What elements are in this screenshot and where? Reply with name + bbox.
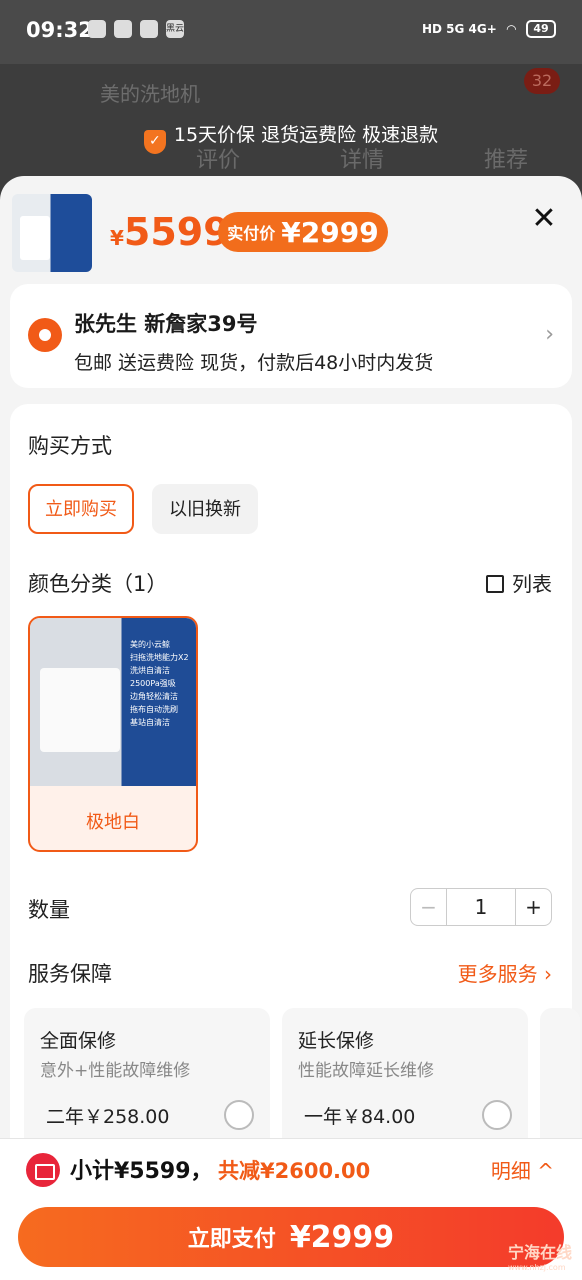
variant-image-device xyxy=(40,668,120,752)
service-card-desc: 性能故障延长维修 xyxy=(298,1061,434,1081)
product-image-device xyxy=(20,216,50,260)
wifi-icon: ◠ xyxy=(506,22,516,36)
increment-button[interactable]: + xyxy=(515,889,551,925)
service-card-title: 延长保修 xyxy=(298,1030,375,1052)
option-buy-now[interactable]: 立即购买 xyxy=(28,484,134,534)
list-view-toggle[interactable]: 列表 xyxy=(486,568,552,597)
actual-price-pill: 实付价 ¥2999 xyxy=(218,212,388,252)
price-value: 5599 xyxy=(123,210,230,254)
pay-now-label: 立即支付 xyxy=(187,1227,276,1252)
quantity-input[interactable]: 1 xyxy=(447,889,515,925)
list-view-label: 列表 xyxy=(512,572,552,596)
actual-price-label: 实付价 xyxy=(227,224,276,243)
service-card-full-warranty[interactable]: 全面保修 意外+性能故障维修 二年￥258.00 xyxy=(24,1008,270,1158)
battery-icon: 49 xyxy=(526,20,556,38)
actual-price-amount: ¥2999 xyxy=(281,215,379,249)
product-price: ¥5599 xyxy=(110,210,230,254)
service-card-price: 二年￥258.00 xyxy=(46,1106,170,1128)
chevron-right-icon: › xyxy=(545,322,554,347)
more-services-link[interactable]: 更多服务 › xyxy=(458,958,552,987)
status-time: 09:32 xyxy=(26,18,93,42)
pay-now-amount: ¥2999 xyxy=(289,1219,395,1255)
detail-toggle[interactable]: 明细 ^ xyxy=(491,1155,554,1184)
location-pin-icon xyxy=(28,318,62,352)
service-card-title: 全面保修 xyxy=(40,1030,117,1052)
list-icon xyxy=(486,575,504,593)
status-app-icons: 黑云 xyxy=(88,20,184,38)
service-radio[interactable] xyxy=(224,1100,254,1130)
service-title: 服务保障 xyxy=(28,962,112,986)
checkout-bar: 小计¥5599， 共减¥2600.00 明细 ^ 立即支付 ¥2999 宁海在线… xyxy=(0,1138,582,1280)
service-card-desc: 意外+性能故障维修 xyxy=(40,1061,191,1081)
decrement-button[interactable]: − xyxy=(411,889,447,925)
option-trade-in[interactable]: 以旧换新 xyxy=(152,484,258,534)
service-card-partial[interactable] xyxy=(540,1008,580,1158)
quantity-stepper: − 1 + xyxy=(410,888,552,926)
color-title: 颜色分类（1） xyxy=(28,572,168,596)
subtotal: 小计¥5599， xyxy=(70,1159,213,1184)
total-discount: 共减¥2600.00 xyxy=(218,1159,371,1183)
address-card[interactable]: 张先生 新詹家39号 包邮 送运费险 现货，付款后48小时内发货 › xyxy=(10,284,572,388)
guarantee-banner: ✓ 15天价保 退货运费险 极速退款 xyxy=(0,120,582,154)
app-icon xyxy=(88,20,106,38)
coupon-icon xyxy=(26,1153,60,1187)
close-icon[interactable]: ✕ xyxy=(528,204,560,236)
service-card-extended-warranty[interactable]: 延长保修 性能故障延长维修 一年￥84.00 xyxy=(282,1008,528,1158)
shield-check-icon: ✓ xyxy=(143,130,166,154)
watermark-url: www.nhzj.com xyxy=(507,1263,566,1272)
address-name: 张先生 新詹家39号 xyxy=(74,312,258,336)
app-icon: 黑云 xyxy=(166,20,184,38)
status-bar: 09:32 黑云 HD 5G 4G+ ◠ 49 xyxy=(0,0,582,64)
variant-image-text: 美的小云鲸 扫拖洗地能力X2 洗烘自清洁 2500Pa强吸 边角轻松清洁 拖布自动洗刷 基站… xyxy=(130,640,189,727)
price-currency: ¥ xyxy=(110,226,124,250)
cart-badge: 32 xyxy=(524,68,560,94)
product-thumbnail[interactable] xyxy=(12,194,92,272)
variant-polar-white[interactable]: 美的小云鲸 扫拖洗地能力X2 洗烘自清洁 2500Pa强吸 边角轻松清洁 拖布自动洗刷 基站… xyxy=(28,616,198,852)
site-watermark: 宁海在线 www.nhzj.com xyxy=(508,1239,572,1272)
service-card-price: 一年￥84.00 xyxy=(304,1106,416,1128)
guarantee-text: 15天价保 退货运费险 极速退款 xyxy=(173,124,439,146)
sku-bottom-sheet: ¥5599 实付价 ¥2999 ✕ 张先生 新詹家39号 包邮 送运费险 现货，… xyxy=(0,176,582,1280)
app-icon xyxy=(140,20,158,38)
status-right: HD 5G 4G+ ◠ 49 xyxy=(422,20,556,38)
variant-label: 极地白 xyxy=(86,812,140,833)
network-indicator: HD 5G 4G+ xyxy=(421,22,497,36)
watermark-name: 宁海在线 xyxy=(507,1243,572,1262)
pay-now-button[interactable]: 立即支付 ¥2999 xyxy=(18,1207,564,1267)
background-search: 美的洗地机 xyxy=(100,82,200,106)
service-radio[interactable] xyxy=(482,1100,512,1130)
background-page: 美的洗地机 32 评价 详情 推荐 ✓ 15天价保 退货运费险 极速退款 xyxy=(0,64,582,194)
quantity-title: 数量 xyxy=(28,898,70,922)
delivery-info: 包邮 送运费险 现货，付款后48小时内发货 xyxy=(74,352,434,374)
purchase-method-title: 购买方式 xyxy=(28,434,112,458)
app-icon xyxy=(114,20,132,38)
variant-image: 美的小云鲸 扫拖洗地能力X2 洗烘自清洁 2500Pa强吸 边角轻松清洁 拖布自动洗刷 基站… xyxy=(30,618,196,786)
